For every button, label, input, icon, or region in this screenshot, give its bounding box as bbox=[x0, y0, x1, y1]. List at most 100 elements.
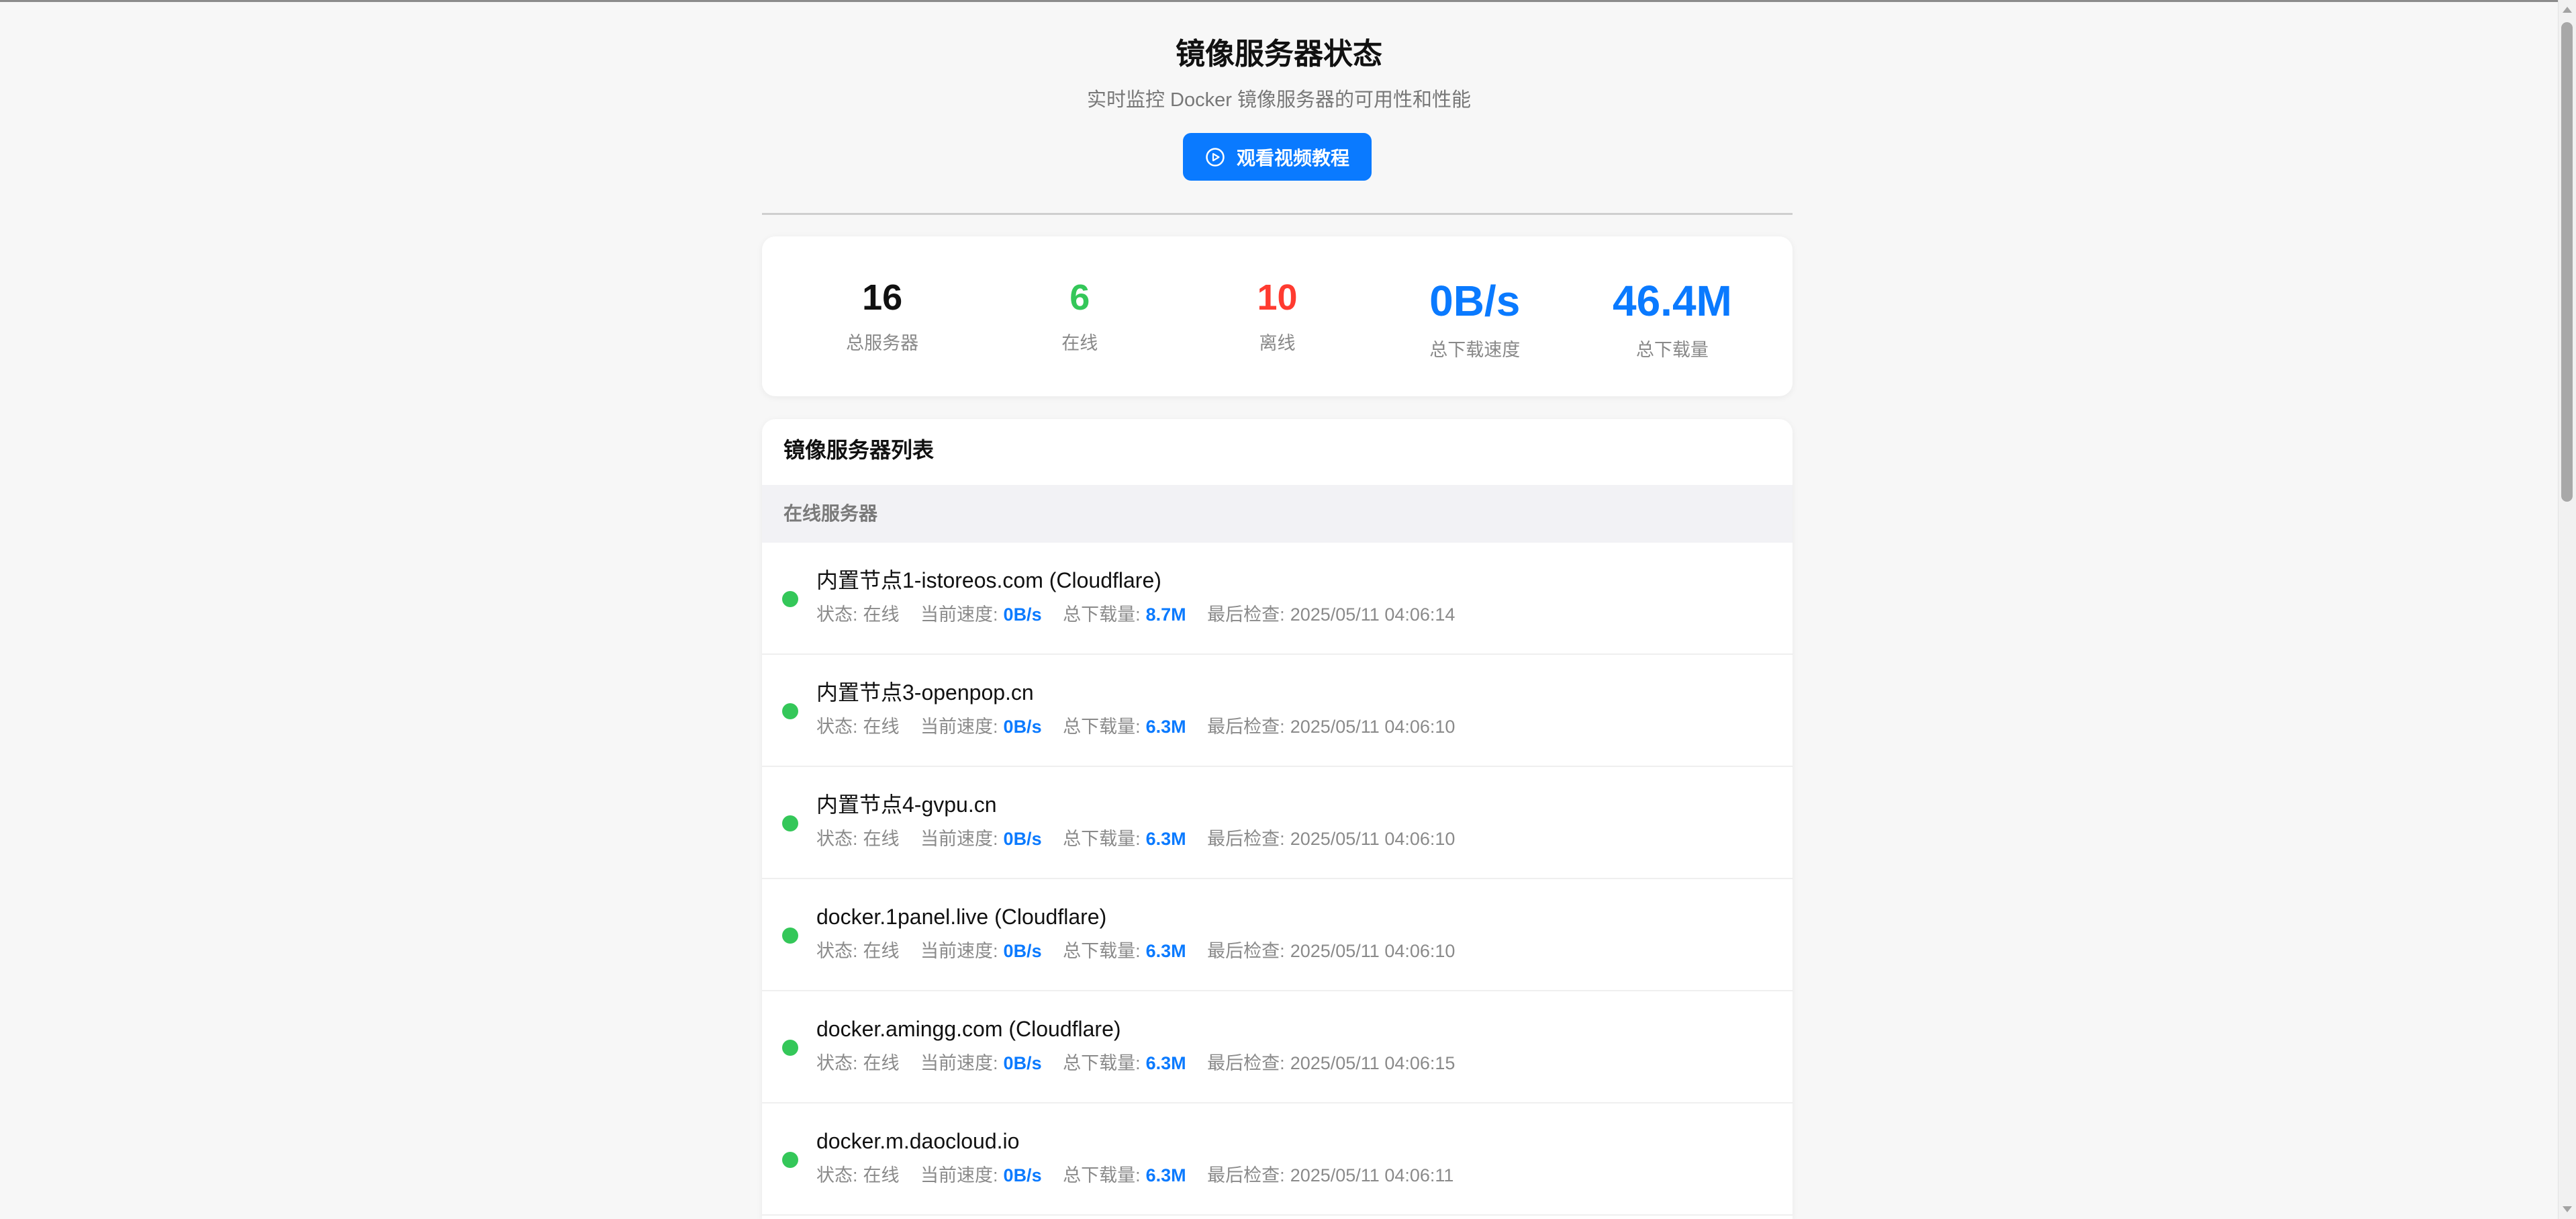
speed-field: 当前速度: 0B/s bbox=[920, 941, 1042, 961]
status-label: 状态: bbox=[816, 941, 858, 961]
speed-label: 当前速度: bbox=[920, 604, 998, 625]
speed-label: 当前速度: bbox=[920, 717, 998, 737]
online-status-dot bbox=[782, 703, 798, 719]
server-details: 状态: 在线 当前速度: 0B/s 总下载量: 6.3M 最后检查: 2025/05/1… bbox=[816, 1164, 1470, 1187]
status-label: 状态: bbox=[816, 1165, 858, 1185]
status-label: 状态: bbox=[816, 604, 858, 625]
status-value: 在线 bbox=[863, 717, 900, 737]
total-download-field: 总下载量: 6.3M bbox=[1063, 941, 1186, 961]
server-details: 状态: 在线 当前速度: 0B/s 总下载量: 6.3M 最后检查: 2025/05/1… bbox=[816, 940, 1471, 962]
total-download-label: 总下载量: bbox=[1063, 1165, 1141, 1185]
total-download-value: 6.3M bbox=[1145, 1165, 1186, 1185]
header-divider bbox=[762, 213, 1793, 215]
last-check-field: 最后检查: 2025/05/11 04:06:14 bbox=[1207, 604, 1455, 625]
stat-label: 在线 bbox=[1061, 333, 1098, 353]
total-download-value: 6.3M bbox=[1145, 941, 1186, 961]
stat-value: 16 bbox=[862, 277, 903, 318]
speed-value: 0B/s bbox=[1003, 1053, 1042, 1073]
last-check-field: 最后检查: 2025/05/11 04:06:10 bbox=[1207, 941, 1455, 961]
scrollbar-thumb[interactable] bbox=[2561, 22, 2573, 502]
play-circle-icon bbox=[1205, 147, 1225, 167]
stat-label: 总下载速度 bbox=[1429, 340, 1521, 360]
watch-tutorial-button[interactable]: 观看视频教程 bbox=[1183, 133, 1372, 181]
stats-summary-card: 16 总服务器 6 在线 10 离线 0B/s 总下载速度 46.4M 总下载量 bbox=[762, 236, 1793, 396]
speed-label: 当前速度: bbox=[920, 941, 998, 961]
total-download-value: 6.3M bbox=[1145, 1053, 1186, 1073]
stat-total-servers: 16 总服务器 bbox=[783, 236, 981, 396]
total-download-field: 总下载量: 6.3M bbox=[1063, 717, 1186, 737]
server-details: 状态: 在线 当前速度: 0B/s 总下载量: 6.3M 最后检查: 2025/05/1… bbox=[816, 715, 1471, 738]
total-download-label: 总下载量: bbox=[1063, 717, 1141, 737]
online-status-dot bbox=[782, 1040, 798, 1056]
server-list-title: 镜像服务器列表 bbox=[783, 438, 935, 462]
speed-field: 当前速度: 0B/s bbox=[920, 717, 1042, 737]
speed-value: 0B/s bbox=[1003, 604, 1042, 625]
speed-value: 0B/s bbox=[1003, 717, 1042, 737]
status-field: 状态: 在线 bbox=[816, 604, 900, 625]
scroll-up-arrow-icon[interactable] bbox=[2563, 7, 2572, 13]
stat-label: 总服务器 bbox=[846, 333, 919, 353]
total-download-value: 6.3M bbox=[1145, 717, 1186, 737]
speed-field: 当前速度: 0B/s bbox=[920, 1053, 1042, 1073]
server-name: docker.1panel.live (Cloudflare) bbox=[816, 905, 1107, 929]
status-label: 状态: bbox=[816, 717, 858, 737]
last-check-value: 2025/05/11 04:06:11 bbox=[1290, 1165, 1454, 1185]
last-check-label: 最后检查: bbox=[1207, 829, 1285, 849]
last-check-value: 2025/05/11 04:06:10 bbox=[1290, 717, 1456, 737]
speed-field: 当前速度: 0B/s bbox=[920, 829, 1042, 849]
server-name: 内置节点4-gvpu.cn bbox=[816, 793, 997, 817]
server-details: 状态: 在线 当前速度: 0B/s 总下载量: 6.3M 最后检查: 2025/05/1… bbox=[816, 827, 1471, 850]
status-field: 状态: 在线 bbox=[816, 941, 900, 961]
last-check-label: 最后检查: bbox=[1207, 1053, 1285, 1073]
total-download-value: 6.3M bbox=[1145, 829, 1186, 849]
vertical-scrollbar[interactable] bbox=[2558, 0, 2576, 1219]
total-download-label: 总下载量: bbox=[1063, 829, 1141, 849]
server-details: 状态: 在线 当前速度: 0B/s 总下载量: 6.3M 最后检查: 2025/05/1… bbox=[816, 1052, 1471, 1075]
server-name: 内置节点1-istoreos.com (Cloudflare) bbox=[816, 568, 1161, 592]
status-field: 状态: 在线 bbox=[816, 1165, 900, 1185]
total-download-field: 总下载量: 6.3M bbox=[1063, 1165, 1186, 1185]
stat-value: 6 bbox=[1069, 277, 1090, 318]
status-label: 状态: bbox=[816, 1053, 858, 1073]
watch-tutorial-label: 观看视频教程 bbox=[1236, 147, 1349, 169]
server-row: 内置节点3-openpop.cn 状态: 在线 当前速度: 0B/s 总下载量: 6.… bbox=[762, 655, 1793, 767]
online-status-dot bbox=[782, 1152, 798, 1168]
last-check-label: 最后检查: bbox=[1207, 941, 1285, 961]
server-details: 状态: 在线 当前速度: 0B/s 总下载量: 8.7M 最后检查: 2025/05/1… bbox=[816, 603, 1471, 626]
total-download-label: 总下载量: bbox=[1063, 941, 1141, 961]
last-check-value: 2025/05/11 04:06:15 bbox=[1290, 1053, 1456, 1073]
last-check-value: 2025/05/11 04:06:10 bbox=[1290, 941, 1456, 961]
speed-value: 0B/s bbox=[1003, 829, 1042, 849]
last-check-field: 最后检查: 2025/05/11 04:06:10 bbox=[1207, 829, 1455, 849]
server-info: docker.m.daocloud.io 状态: 在线 当前速度: 0B/s 总下载… bbox=[816, 1128, 1470, 1187]
status-value: 在线 bbox=[863, 1053, 900, 1073]
scroll-down-arrow-icon[interactable] bbox=[2563, 1206, 2572, 1212]
page-title: 镜像服务器状态 bbox=[1176, 38, 1382, 71]
online-servers-group-header: 在线服务器 bbox=[762, 485, 1793, 543]
online-status-dot bbox=[782, 928, 798, 944]
server-row: docker.m.daocloud.io 状态: 在线 当前速度: 0B/s 总下载… bbox=[762, 1103, 1793, 1216]
total-download-field: 总下载量: 8.7M bbox=[1063, 604, 1186, 625]
speed-label: 当前速度: bbox=[920, 1165, 998, 1185]
speed-label: 当前速度: bbox=[920, 1053, 998, 1073]
status-value: 在线 bbox=[863, 941, 900, 961]
total-download-label: 总下载量: bbox=[1063, 1053, 1141, 1073]
server-info: docker.amingg.com (Cloudflare) 状态: 在线 当前速… bbox=[816, 1015, 1471, 1075]
server-name: docker.amingg.com (Cloudflare) bbox=[816, 1017, 1121, 1041]
status-field: 状态: 在线 bbox=[816, 829, 900, 849]
stat-value: 0B/s bbox=[1429, 277, 1521, 325]
total-download-label: 总下载量: bbox=[1063, 604, 1141, 625]
server-row: docker.amingg.com (Cloudflare) 状态: 在线 当前速… bbox=[762, 991, 1793, 1103]
status-value: 在线 bbox=[863, 1165, 900, 1185]
server-row: 内置节点4-gvpu.cn 状态: 在线 当前速度: 0B/s 总下载量: 6.3M … bbox=[762, 767, 1793, 879]
status-field: 状态: 在线 bbox=[816, 717, 900, 737]
online-status-dot bbox=[782, 591, 798, 607]
stat-value: 10 bbox=[1257, 277, 1298, 318]
server-info: docker.1panel.live (Cloudflare) 状态: 在线 当前… bbox=[816, 903, 1471, 962]
server-name: docker.m.daocloud.io bbox=[816, 1129, 1020, 1153]
speed-value: 0B/s bbox=[1003, 1165, 1042, 1185]
window-top-border bbox=[0, 0, 2558, 2]
speed-label: 当前速度: bbox=[920, 829, 998, 849]
speed-field: 当前速度: 0B/s bbox=[920, 604, 1042, 625]
total-download-field: 总下载量: 6.3M bbox=[1063, 1053, 1186, 1073]
